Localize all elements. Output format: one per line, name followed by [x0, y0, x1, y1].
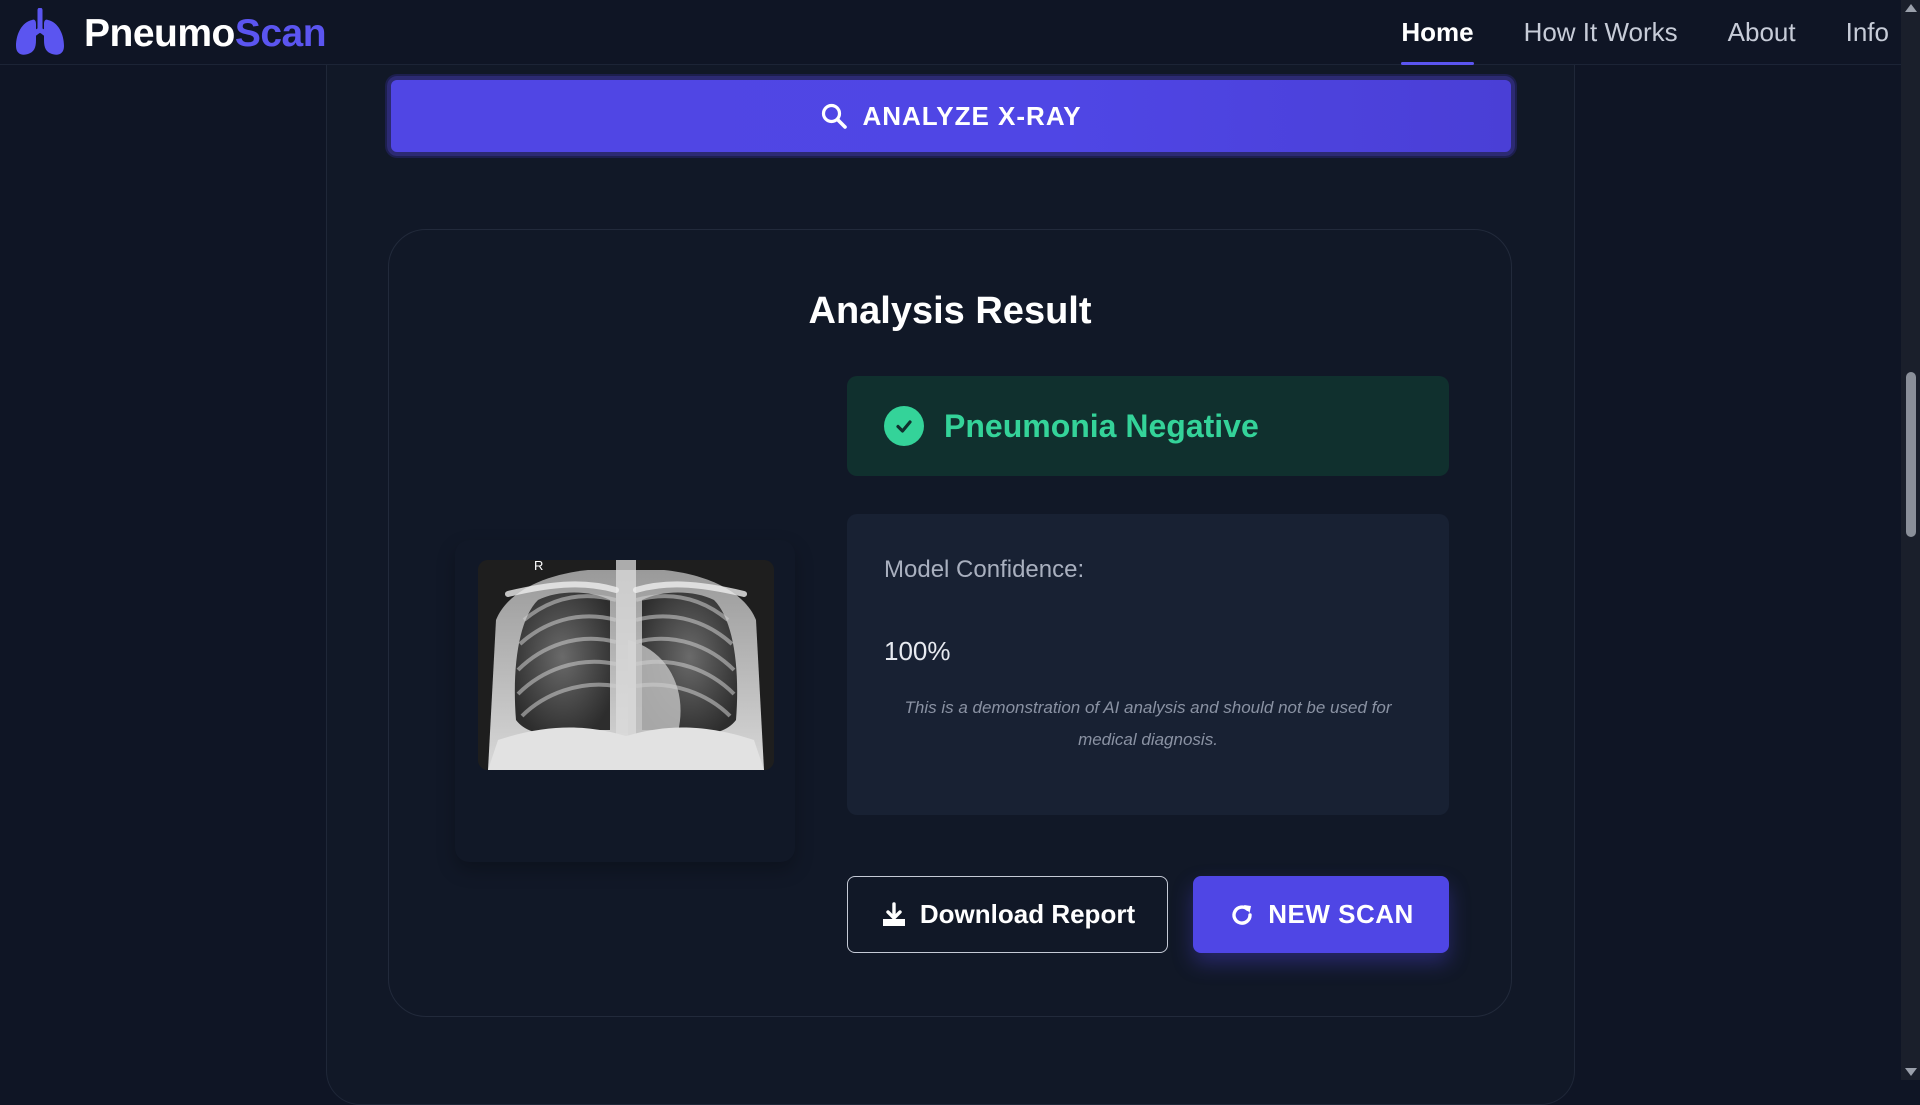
page-scrollbar[interactable] — [1901, 0, 1920, 1080]
result-title: Analysis Result — [808, 290, 1092, 332]
analyze-xray-button[interactable]: ANALYZE X-RAY — [387, 76, 1515, 156]
nav-home[interactable]: Home — [1401, 0, 1474, 65]
scroll-down-arrow-icon[interactable] — [1905, 1068, 1917, 1076]
check-circle-icon — [884, 406, 924, 446]
analyze-button-label: ANALYZE X-RAY — [862, 100, 1082, 131]
brand-logo[interactable]: PneumoScan — [12, 8, 327, 58]
new-scan-button-label: NEW SCAN — [1268, 899, 1414, 929]
download-icon — [882, 901, 905, 926]
brand-name-part2: Scan — [234, 11, 327, 55]
nav-info[interactable]: Info — [1846, 0, 1889, 65]
brand-name: PneumoScan — [84, 11, 327, 55]
xray-marker-label: R — [534, 560, 544, 573]
confidence-panel: Model Confidence: 100% This is a demonst… — [847, 514, 1449, 815]
search-icon — [822, 103, 848, 129]
top-navbar: PneumoScan Home How It Works About Info — [0, 0, 1901, 65]
lungs-icon — [16, 8, 64, 55]
disclaimer-text: This is a demonstration of AI analysis a… — [904, 698, 1392, 749]
prediction-status: Pneumonia Negative — [847, 376, 1449, 476]
refresh-icon — [1232, 904, 1252, 925]
nav-about[interactable]: About — [1728, 0, 1796, 65]
confidence-value: 100% — [884, 636, 951, 666]
status-text: Pneumonia Negative — [944, 407, 1259, 444]
scroll-up-arrow-icon[interactable] — [1905, 4, 1917, 12]
new-scan-button[interactable]: NEW SCAN — [1193, 876, 1449, 953]
scrollbar-thumb[interactable] — [1906, 372, 1916, 537]
download-button-label: Download Report — [919, 899, 1136, 929]
xray-image: R — [478, 560, 774, 770]
main-nav: Home How It Works About Info — [1351, 0, 1889, 65]
nav-how-it-works[interactable]: How It Works — [1524, 0, 1678, 65]
confidence-label: Model Confidence: — [884, 556, 1085, 583]
result-card: Analysis Result R Pneumonia Negative Mod… — [388, 229, 1512, 1017]
brand-name-part1: Pneumo — [84, 11, 235, 55]
download-report-button[interactable]: Download Report — [847, 876, 1168, 953]
